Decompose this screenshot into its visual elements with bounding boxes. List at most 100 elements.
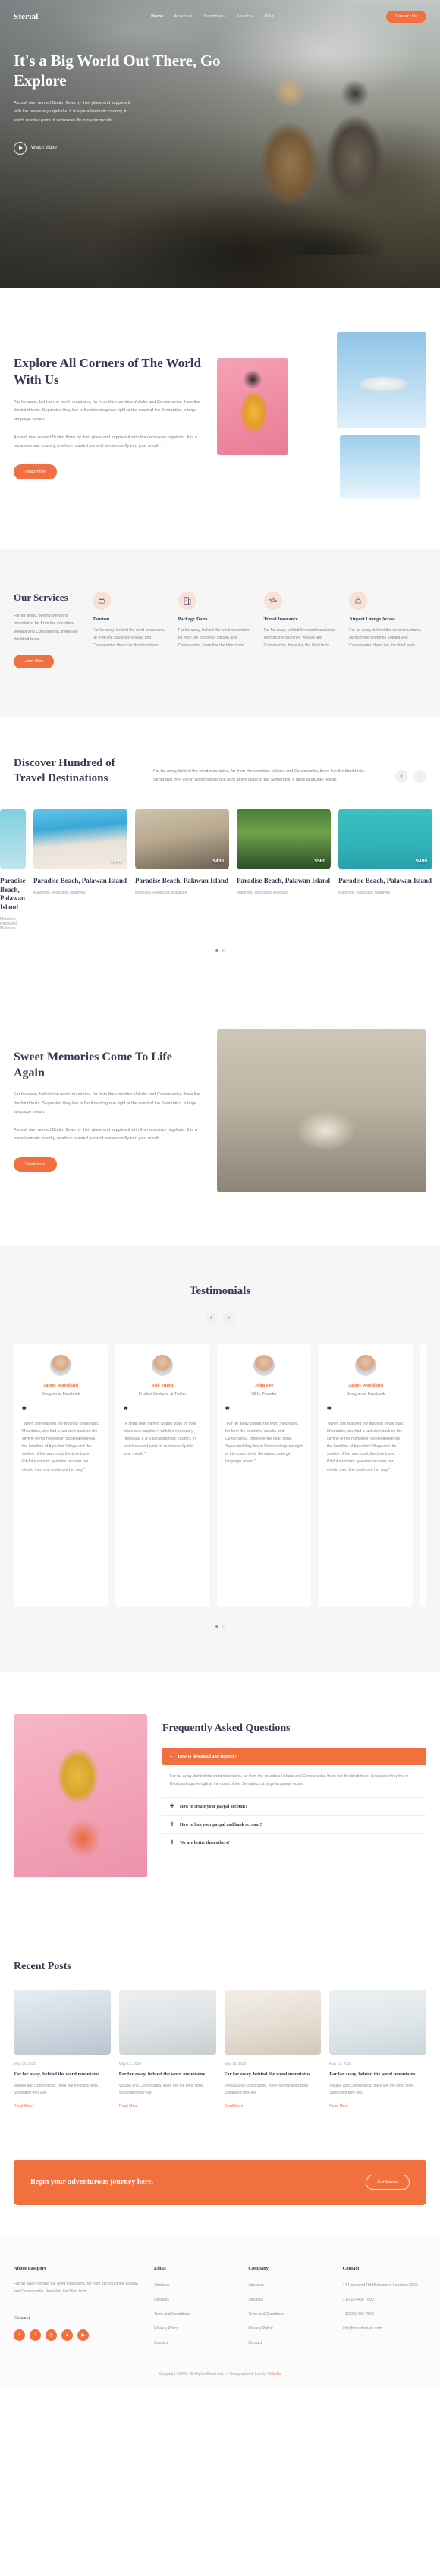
destination-card[interactable]: $490 Paradise Beach, Palawan Island Mald… <box>33 809 127 931</box>
footer-contact-column: Contact 44 Raymond Rd Melbourne, Locatio… <box>343 2266 426 2352</box>
faq-question[interactable]: ✛ How to create your paypal account? <box>162 1798 426 1815</box>
post-excerpt: Vokalia and Consonantia, there live the … <box>118 2083 204 2096</box>
nav-item-dropdown[interactable]: Dropdown▾ <box>203 14 226 19</box>
sky-photo <box>340 435 420 499</box>
destination-location: Maldives, Reppublic Maldives <box>33 890 86 895</box>
explore-read-more-button[interactable]: Read more <box>14 464 57 480</box>
destination-card[interactable]: $430 Paradise Beach, Palawan Island Mald… <box>135 809 229 931</box>
footer-link[interactable]: Services <box>248 2298 263 2302</box>
post-title[interactable]: Far far away, behind the word mountains <box>329 2071 426 2078</box>
post-title[interactable]: Far far away, behind the word mountains <box>119 2071 216 2078</box>
post-title[interactable]: Far far away, behind the word mountains <box>14 2071 111 2078</box>
footer-email[interactable]: info@yourdomain.com <box>343 2326 382 2331</box>
testimonial-text: "A small river named Duden flows by thei… <box>124 1421 196 1457</box>
footer-link[interactable]: Contact <box>248 2341 262 2345</box>
destination-card[interactable]: $490 Paradise Beach, Palawan Island Mald… <box>338 809 432 931</box>
destination-card[interactable]: Paradise Beach, Palawan Island Maldives,… <box>0 809 26 931</box>
footer-link[interactable]: About us <box>154 2283 169 2288</box>
list-item: 44 Raymond Rd Melbourne, Location 3000 <box>343 2280 426 2289</box>
faq-photo <box>14 1714 147 1877</box>
youtube-icon[interactable]: ▶ <box>77 2329 89 2342</box>
destination-card[interactable]: $560 Paradise Beach, Palawan Island Mald… <box>237 809 331 931</box>
watch-video-button[interactable]: Watch Video <box>14 141 222 155</box>
post-card[interactable]: May 13, 2020 Far far away, behind the wo… <box>118 1989 216 2109</box>
service-card-tourism[interactable]: Tourism Far far away, behind the word mo… <box>93 592 170 668</box>
faq-question[interactable]: – How to download and register? <box>162 1748 426 1766</box>
footer-link[interactable]: About us <box>248 2283 263 2288</box>
contact-us-button[interactable]: Contact Us <box>386 11 426 23</box>
post-card[interactable]: May 13, 2020 Far far away, behind the wo… <box>14 1989 111 2109</box>
post-image <box>224 1989 322 2055</box>
main-navbar: Sterial Home About us Dropdown▾ Services… <box>0 0 440 23</box>
destination-image: $490 <box>338 809 432 870</box>
memories-read-more-button[interactable]: Read more <box>14 1157 57 1173</box>
service-card-travel-insurance[interactable]: Travel Insurance Far far away, behind th… <box>263 592 341 668</box>
post-image <box>118 1989 216 2055</box>
faq-item[interactable]: ✛ How to create your paypal account? <box>162 1798 426 1817</box>
footer-phone-1[interactable]: +1(123) 456 7890 <box>343 2298 374 2302</box>
nav-item-about-us[interactable]: About us <box>174 14 192 19</box>
footer-link[interactable]: Services <box>154 2298 169 2302</box>
footer-link[interactable]: Contact <box>154 2341 168 2345</box>
explore-title: Explore All Corners of The World With Us <box>14 356 201 388</box>
hero-content: It's a Big World Out There, Go Explore A… <box>0 23 235 155</box>
dribbble-icon[interactable]: ● <box>61 2329 73 2342</box>
post-image <box>14 1989 111 2055</box>
site-logo[interactable]: Sterial <box>14 12 39 21</box>
destinations-carousel[interactable]: Paradise Beach, Palawan Island Maldives,… <box>0 809 440 931</box>
footer-connect-label: Connect <box>14 2315 30 2321</box>
footer-link[interactable]: Term and Conditions <box>154 2312 190 2317</box>
nav-item-home[interactable]: Home <box>151 14 163 19</box>
carousel-dot[interactable] <box>222 1624 225 1628</box>
post-read-more-link[interactable]: Read More <box>14 2104 33 2109</box>
destination-location: Maldives, Reppublic Maldives <box>338 890 391 895</box>
chevron-left-icon[interactable]: ‹ <box>204 1311 218 1324</box>
nav-item-services[interactable]: Services <box>237 14 254 19</box>
footer-link[interactable]: Privacy Policy <box>248 2326 272 2331</box>
footer-link[interactable]: Privacy Policy <box>154 2326 178 2331</box>
testimonial-role: Designer at Facebook <box>41 1391 80 1396</box>
nav-item-blog[interactable]: Blog <box>265 14 274 19</box>
recent-posts-title: Recent Posts <box>14 1960 71 1972</box>
destination-title: Paradise Beach, Palawan Island <box>0 877 26 912</box>
instagram-icon[interactable]: ◎ <box>46 2329 57 2342</box>
memories-paragraph-1: Far far away, behind the word mountains,… <box>14 1092 201 1114</box>
destination-price: $430 <box>212 859 224 865</box>
faq-item[interactable]: ✛ We are better than others? <box>162 1834 426 1853</box>
faq-item[interactable]: – How to download and register? Far far … <box>162 1748 426 1798</box>
footer-link[interactable]: Term and Conditions <box>248 2312 284 2317</box>
post-excerpt: Vokalia and Consonantia, there live the … <box>224 2083 310 2096</box>
footer-about-column: About Passport Far far away, behind the … <box>14 2266 143 2352</box>
service-text: Far far away, behind the word mountains,… <box>93 628 165 649</box>
faq-question[interactable]: ✛ We are better than others? <box>162 1834 426 1852</box>
post-title[interactable]: Far far away, behind the word mountains <box>225 2071 322 2078</box>
post-card[interactable]: May 13, 2020 Far far away, behind the wo… <box>224 1989 322 2109</box>
chevron-right-icon[interactable]: › <box>222 1311 236 1324</box>
testimonial-role: Product Designer at Twitter <box>138 1391 187 1396</box>
chevron-right-icon[interactable]: › <box>413 770 426 784</box>
get-started-button[interactable]: Get Started <box>366 2174 410 2190</box>
airplane-photo <box>337 332 426 428</box>
carousel-dot[interactable] <box>222 948 225 952</box>
post-read-more-link[interactable]: Read More <box>225 2104 244 2109</box>
memories-text-block: Sweet Memories Come To Life Again Far fa… <box>14 1049 203 1173</box>
chevron-left-icon[interactable]: ‹ <box>395 770 408 784</box>
twitter-icon[interactable]: t <box>14 2329 25 2342</box>
list-item: +1(123) 456 7890 <box>343 2309 426 2317</box>
testimonials-carousel[interactable]: James Woodland Designer at Facebook ❞ "W… <box>14 1343 426 1607</box>
facebook-icon[interactable]: f <box>30 2329 41 2342</box>
carousel-dot[interactable] <box>215 1624 218 1628</box>
colorlib-link[interactable]: Colorlib <box>268 2372 281 2377</box>
footer-phone-2[interactable]: +1(123) 456 7890 <box>343 2312 374 2317</box>
carousel-dot[interactable] <box>215 948 218 952</box>
post-card[interactable]: May 13, 2020 Far far away, behind the wo… <box>329 1989 426 2109</box>
service-card-airport-lounge[interactable]: Airport Lounge Access Far far away, behi… <box>349 592 426 668</box>
post-read-more-link[interactable]: Read More <box>329 2104 348 2109</box>
destination-image <box>0 809 26 870</box>
copyright-text: Copyright ©2022. All Rights Reserved. — … <box>159 2371 269 2377</box>
faq-item[interactable]: ✛ How to link your paypal and bank accou… <box>162 1816 426 1835</box>
services-learn-more-button[interactable]: Learn More <box>14 655 54 669</box>
post-read-more-link[interactable]: Read More <box>119 2104 138 2109</box>
faq-question[interactable]: ✛ How to link your paypal and bank accou… <box>162 1816 426 1833</box>
service-card-package-tours[interactable]: Package Tours Far far away, behind the w… <box>178 592 256 668</box>
